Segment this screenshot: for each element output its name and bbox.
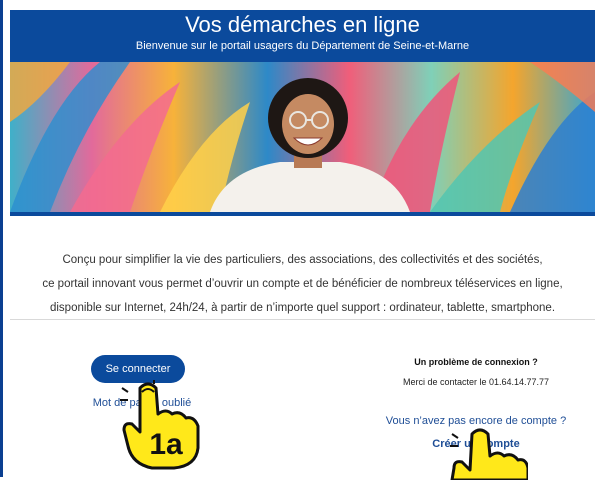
intro-line-1: Conçu pour simplifier la vie des particu…: [62, 254, 543, 266]
page-header: Vos démarches en ligne Bienvenue sur le …: [10, 10, 595, 62]
connection-problem-title: Un problème de connexion ?: [414, 357, 538, 367]
page-left-border: [0, 0, 3, 477]
banner-bottom-stripe: [10, 212, 595, 216]
section-divider: [10, 319, 595, 320]
page-title: Vos démarches en ligne: [185, 12, 420, 37]
hero-illustration: [10, 62, 595, 212]
hero-banner: [10, 62, 595, 212]
no-account-text: Vous n’avez pas encore de compte ?: [385, 415, 567, 427]
intro-line-2: ce portail innovant vous permet d’ouvrir…: [42, 278, 563, 290]
pointer-hand-icon: 1a: [120, 380, 200, 470]
connect-button[interactable]: Se connecter: [91, 355, 185, 383]
pointer-hand-icon-create: [450, 428, 528, 480]
step-label: 1a: [149, 428, 183, 461]
intro-text: Conçu pour simplifier la vie des particu…: [10, 248, 595, 320]
connection-problem-contact: Merci de contacter le 01.64.14.77.77: [402, 377, 550, 387]
page-subtitle: Bienvenue sur le portail usagers du Dépa…: [135, 40, 470, 52]
intro-line-3: disponible sur Internet, 24h/24, à parti…: [49, 302, 556, 314]
